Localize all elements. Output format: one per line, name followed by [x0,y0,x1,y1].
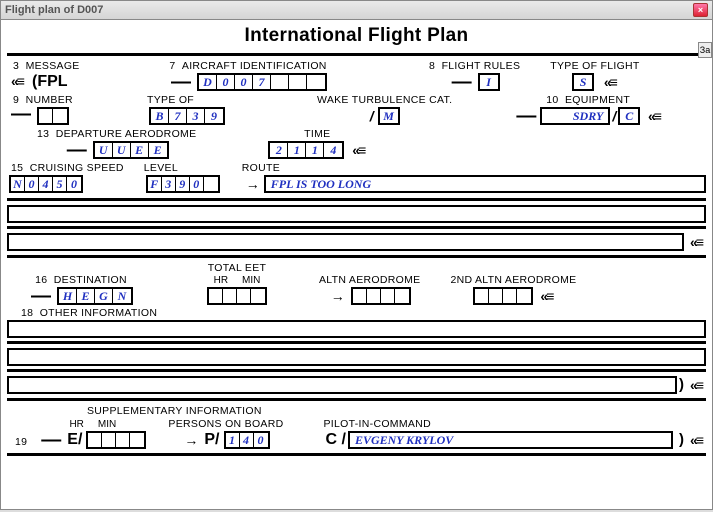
close-marks: «≡ [686,377,706,393]
pilot-in-command-field[interactable]: EVGENY KRYLOV [348,431,673,449]
total-eet-field[interactable] [207,287,267,305]
min-label: MIN [98,419,116,431]
pob-prefix: P/ [202,431,221,449]
side-button[interactable]: За [698,42,712,58]
item3-label: MESSAGE [26,60,80,72]
close-marks: «≡ [640,108,664,124]
total-eet-label: TOTAL EET [208,262,267,275]
close-marks: «≡ [686,432,706,448]
altn-field[interactable] [351,287,411,305]
type-of-flight-label: TYPE OF FLIGHT [550,60,639,73]
item7-label: AIRCRAFT IDENTIFICATION [182,60,327,72]
item18-no: 18 [21,307,33,319]
altn2-label: 2ND ALTN AERODROME [450,274,576,287]
dash-icon: — [27,289,55,303]
pob-field[interactable]: 140 [224,431,270,449]
equipment-field[interactable]: SDRY [540,107,610,125]
altn-label: ALTN AERODROME [319,274,420,287]
item19-no: 19 [7,436,27,449]
pic-prefix: C / [323,431,347,449]
dash-icon: — [512,109,540,123]
close-marks: «≡ [346,142,368,158]
hr-label: HR [214,275,228,287]
dash-icon: — [167,75,195,89]
destination-field[interactable]: HEGN [57,287,133,305]
dash-icon: — [7,103,35,125]
surveillance-field[interactable]: C [618,107,640,125]
fpl-open: (FPL [30,73,70,90]
altn2-field[interactable] [473,287,533,305]
flight-rules-field[interactable]: I [478,73,500,91]
departure-time-field[interactable]: 2114 [268,141,344,159]
priority-marks: «≡ [7,73,27,89]
item8-no: 8 [429,60,435,72]
close-marks: «≡ [535,288,557,304]
aircraft-type-field[interactable]: B739 [149,107,225,125]
paren-close: ) [673,432,686,448]
min-label: MIN [242,275,260,287]
departure-field[interactable]: UUEE [93,141,169,159]
item19-label: SUPPLEMENTARY INFORMATION [7,405,706,418]
item3-no: 3 [13,60,19,72]
pic-label: PILOT-IN-COMMAND [323,418,430,431]
slash: / [368,108,376,124]
route-continuation-2[interactable] [7,233,684,251]
wake-label: WAKE TURBULENCE CAT. [317,94,452,107]
item10-no: 10 [546,94,558,106]
type-of-label: TYPE OF [147,94,194,107]
window-title: Flight plan of D007 [5,4,103,16]
arrow-right-icon: → [242,176,264,192]
window-titlebar: Flight plan of D007 × [0,0,713,20]
close-marks: «≡ [596,74,620,90]
cruising-speed-field[interactable]: N0450 [9,175,83,193]
item15-no: 15 [11,162,23,174]
slash: / [610,108,618,124]
dep-time-label: TIME [304,128,330,141]
level-label: LEVEL [144,162,178,175]
hr-label: HR [69,419,83,431]
close-icon[interactable]: × [693,3,708,17]
route-label: ROUTE [242,162,280,175]
other-info-1[interactable] [7,320,706,338]
wake-field[interactable]: M [378,107,400,125]
pob-label: PERSONS ON BOARD [168,418,283,431]
dash-icon: — [63,143,91,157]
type-of-flight-field[interactable]: S [572,73,594,91]
page-title: International Flight Plan [7,22,706,51]
item15-label: CRUISING SPEED [30,162,124,174]
endurance-field[interactable] [86,431,146,449]
level-field[interactable]: F390 [146,175,220,193]
close-marks: «≡ [684,234,706,250]
arrow-right-icon: → [327,288,349,304]
endurance-prefix: E/ [65,431,84,449]
item18-label: OTHER INFORMATION [40,307,157,319]
other-info-3[interactable] [7,376,677,394]
item16-label: DESTINATION [54,274,127,286]
arrow-right-icon: → [180,432,202,448]
aircraft-id-field[interactable]: D007 [197,73,327,91]
item10-label: EQUIPMENT [565,94,630,106]
item13-no: 13 [37,128,49,140]
number-field[interactable] [37,107,69,125]
route-field[interactable]: FPL IS TOO LONG [264,175,706,193]
dash-icon: — [448,75,476,89]
form-page: За International Flight Plan 3 MESSAGE «… [0,20,713,510]
dash-icon: — [37,433,65,447]
paren-close: ) [677,377,686,393]
route-continuation-1[interactable] [7,205,706,223]
other-info-2[interactable] [7,348,706,366]
